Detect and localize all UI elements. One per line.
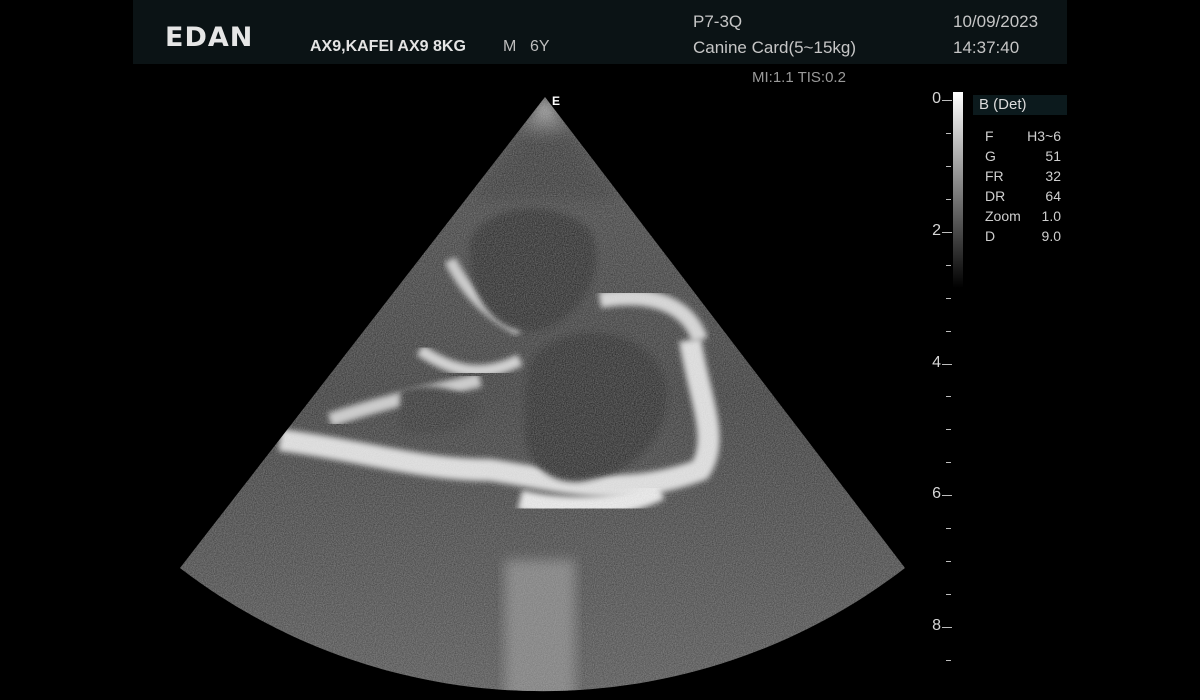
param-row: Zoom 1.0 bbox=[985, 206, 1061, 226]
depth-tick bbox=[942, 627, 952, 629]
param-value: 32 bbox=[1045, 168, 1061, 184]
depth-label: 8 bbox=[932, 617, 941, 635]
depth-tick bbox=[946, 297, 951, 299]
param-value: 1.0 bbox=[1041, 208, 1061, 224]
depth-tick bbox=[946, 396, 951, 398]
param-key: D bbox=[985, 228, 996, 244]
param-value: 64 bbox=[1045, 188, 1061, 204]
param-value: H3~6 bbox=[1027, 128, 1061, 144]
depth-tick bbox=[942, 363, 952, 365]
grayscale-bar bbox=[953, 92, 963, 288]
param-value: 9.0 bbox=[1041, 228, 1061, 244]
param-value: 51 bbox=[1045, 148, 1061, 164]
depth-label: 4 bbox=[932, 353, 941, 371]
depth-tick bbox=[946, 132, 951, 134]
depth-tick bbox=[946, 561, 951, 563]
depth-tick bbox=[946, 165, 951, 167]
scan-sector bbox=[180, 97, 905, 692]
param-row: D 9.0 bbox=[985, 226, 1061, 246]
depth-label: 6 bbox=[932, 485, 941, 503]
depth-tick bbox=[946, 462, 951, 464]
depth-tick bbox=[946, 330, 951, 332]
depth-tick bbox=[942, 100, 952, 101]
depth-tick bbox=[946, 264, 951, 266]
depth-tick bbox=[946, 198, 951, 200]
param-row: DR 64 bbox=[985, 186, 1061, 206]
depth-tick bbox=[946, 660, 951, 661]
param-row: FR 32 bbox=[985, 166, 1061, 186]
param-row: F H3~6 bbox=[985, 126, 1061, 146]
orientation-marker: E bbox=[552, 94, 561, 108]
parameter-panel: F H3~6 G 51 FR 32 DR 64 Zoom 1.0 D 9.0 bbox=[985, 126, 1061, 246]
depth-label: 0 bbox=[932, 90, 941, 107]
param-key: DR bbox=[985, 188, 1006, 204]
param-key: FR bbox=[985, 168, 1004, 184]
depth-tick bbox=[942, 495, 952, 497]
param-row: G 51 bbox=[985, 146, 1061, 166]
depth-tick bbox=[946, 429, 951, 431]
depth-tick bbox=[946, 528, 951, 530]
param-key: F bbox=[985, 128, 994, 144]
depth-label: 2 bbox=[932, 221, 941, 239]
param-key: Zoom bbox=[985, 208, 1021, 224]
depth-tick bbox=[946, 594, 951, 596]
imaging-mode: B (Det) bbox=[973, 95, 1067, 115]
depth-tick bbox=[942, 231, 952, 233]
param-key: G bbox=[985, 148, 996, 164]
